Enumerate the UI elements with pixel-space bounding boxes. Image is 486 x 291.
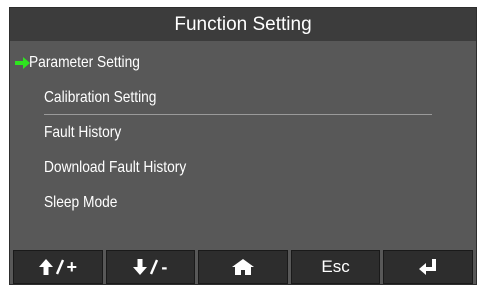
menu-item-label: Parameter Setting	[29, 54, 140, 71]
function-menu: Parameter Setting Calibration Setting Fa…	[10, 45, 476, 220]
menu-item-download-fault-history[interactable]: Download Fault History	[10, 150, 476, 185]
menu-item-sleep-mode[interactable]: Sleep Mode	[10, 185, 476, 220]
esc-button[interactable]: Esc	[290, 250, 381, 284]
menu-divider	[44, 114, 432, 115]
slash-icon	[55, 259, 64, 275]
minus-symbol: -	[161, 256, 168, 277]
menu-item-label: Fault History	[44, 124, 122, 141]
menu-item-label: Download Fault History	[44, 159, 187, 176]
button-bar: + - Esc	[10, 250, 476, 284]
function-setting-screen: Function Setting Parameter Setting Calib…	[9, 7, 477, 285]
page-title: Function Setting	[10, 8, 476, 41]
menu-item-label: Sleep Mode	[44, 194, 118, 211]
enter-icon	[419, 259, 437, 275]
home-icon	[231, 259, 254, 275]
home-button[interactable]	[198, 250, 288, 284]
enter-button[interactable]	[383, 250, 473, 284]
menu-item-fault-history[interactable]: Fault History	[10, 115, 476, 150]
down-minus-button[interactable]: -	[105, 250, 196, 284]
menu-item-parameter-setting[interactable]: Parameter Setting	[10, 45, 476, 80]
arrow-up-icon	[38, 259, 53, 275]
menu-item-calibration-setting[interactable]: Calibration Setting	[10, 80, 476, 115]
menu-item-label: Calibration Setting	[44, 89, 157, 106]
plus-symbol: +	[66, 256, 78, 277]
up-plus-button[interactable]: +	[13, 250, 103, 284]
slash-icon	[150, 259, 159, 275]
arrow-down-icon	[133, 259, 148, 275]
esc-label: Esc	[321, 257, 350, 276]
